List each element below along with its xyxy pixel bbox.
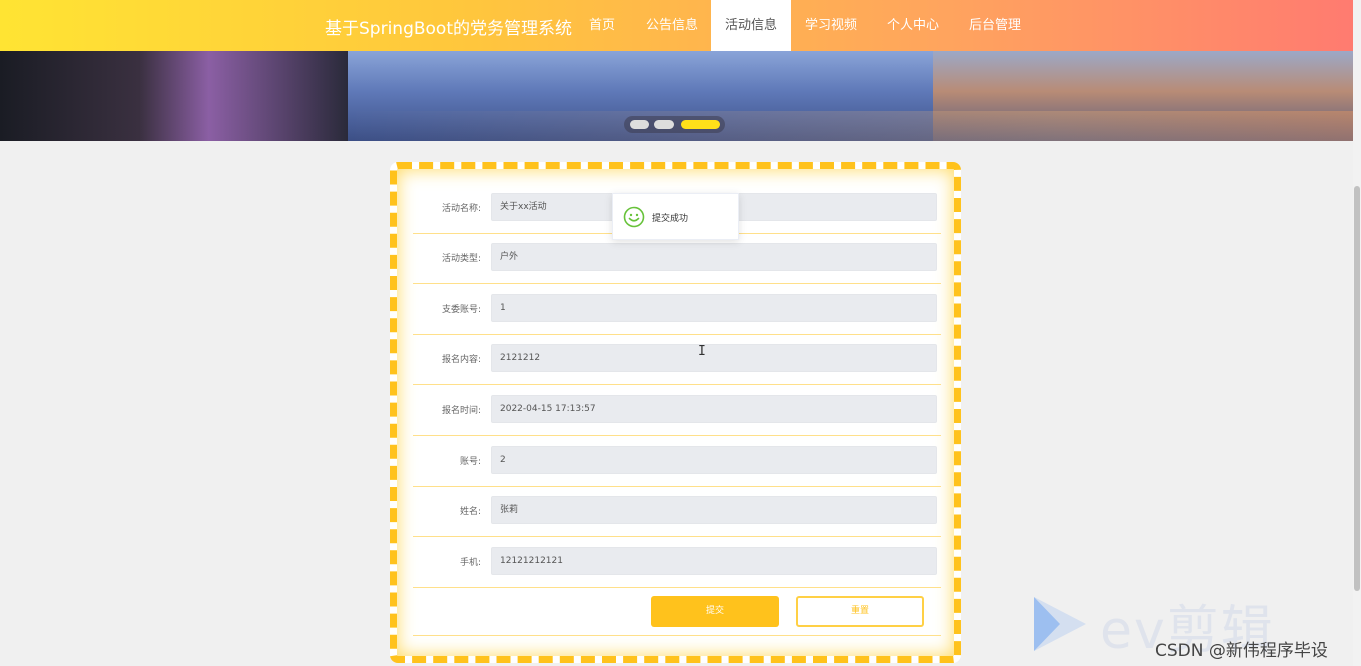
banner-image-left [0,51,348,141]
nav-item-activities[interactable]: 活动信息 [711,0,791,51]
top-nav: 基于SpringBoot的党务管理系统 首页 公告信息 活动信息 学习视频 个人… [0,0,1353,51]
ev-play-logo-icon [1030,595,1090,653]
nav-item-notices[interactable]: 公告信息 [632,0,712,51]
form-row-committee-account: 支委账号: 1 [413,285,941,335]
submit-button[interactable]: 提交 [651,596,779,627]
nav-item-admin[interactable]: 后台管理 [955,0,1035,51]
toast-message: 提交成功 [652,214,689,224]
carousel-indicators [624,116,725,133]
form-row-account: 账号: 2 [413,437,941,487]
form-divider [413,635,941,636]
nav-item-profile[interactable]: 个人中心 [873,0,953,51]
text-cursor-icon: I [698,344,706,359]
field-label: 姓名: [459,507,481,517]
form-row-signup-time: 报名时间: 2022-04-15 17:13:57 [413,386,941,436]
form-row-signup-content: 报名内容: 2121212 [413,335,941,385]
field-label: 活动名称: [441,204,481,214]
form-row-activity-type: 活动类型: 户外 [413,234,941,284]
committee-account-field[interactable]: 1 [491,294,937,322]
nav-item-home[interactable]: 首页 [576,0,628,51]
page-scrollbar[interactable] [1353,0,1361,666]
field-label: 手机: [459,558,481,568]
banner-carousel[interactable] [0,51,1353,141]
form-row-name: 姓名: 张莉 [413,487,941,537]
activity-type-field[interactable]: 户外 [491,243,937,271]
carousel-dot-2[interactable] [654,120,674,129]
site-title: 基于SpringBoot的党务管理系统 [325,19,572,39]
account-field[interactable]: 2 [491,446,937,474]
field-label: 活动类型: [441,254,481,264]
carousel-dot-1[interactable] [630,120,649,129]
watermark-csdn: CSDN @新伟程序毕设 [1155,641,1328,661]
banner-water-reflection [348,111,1353,141]
signup-content-field[interactable]: 2121212 [491,344,937,372]
field-label: 账号: [459,457,481,467]
field-label: 支委账号: [441,305,481,315]
reset-button[interactable]: 重置 [796,596,924,627]
carousel-dot-3[interactable] [681,120,720,129]
smile-icon [623,206,645,228]
phone-field[interactable]: 12121212121 [491,547,937,575]
field-label: 报名时间: [441,406,481,416]
nav-item-videos[interactable]: 学习视频 [791,0,871,51]
signup-time-field[interactable]: 2022-04-15 17:13:57 [491,395,937,423]
form-row-phone: 手机: 12121212121 [413,538,941,588]
scrollbar-thumb[interactable] [1354,186,1360,591]
success-toast: 提交成功 [612,193,739,240]
field-label: 报名内容: [441,355,481,365]
name-field[interactable]: 张莉 [491,496,937,524]
